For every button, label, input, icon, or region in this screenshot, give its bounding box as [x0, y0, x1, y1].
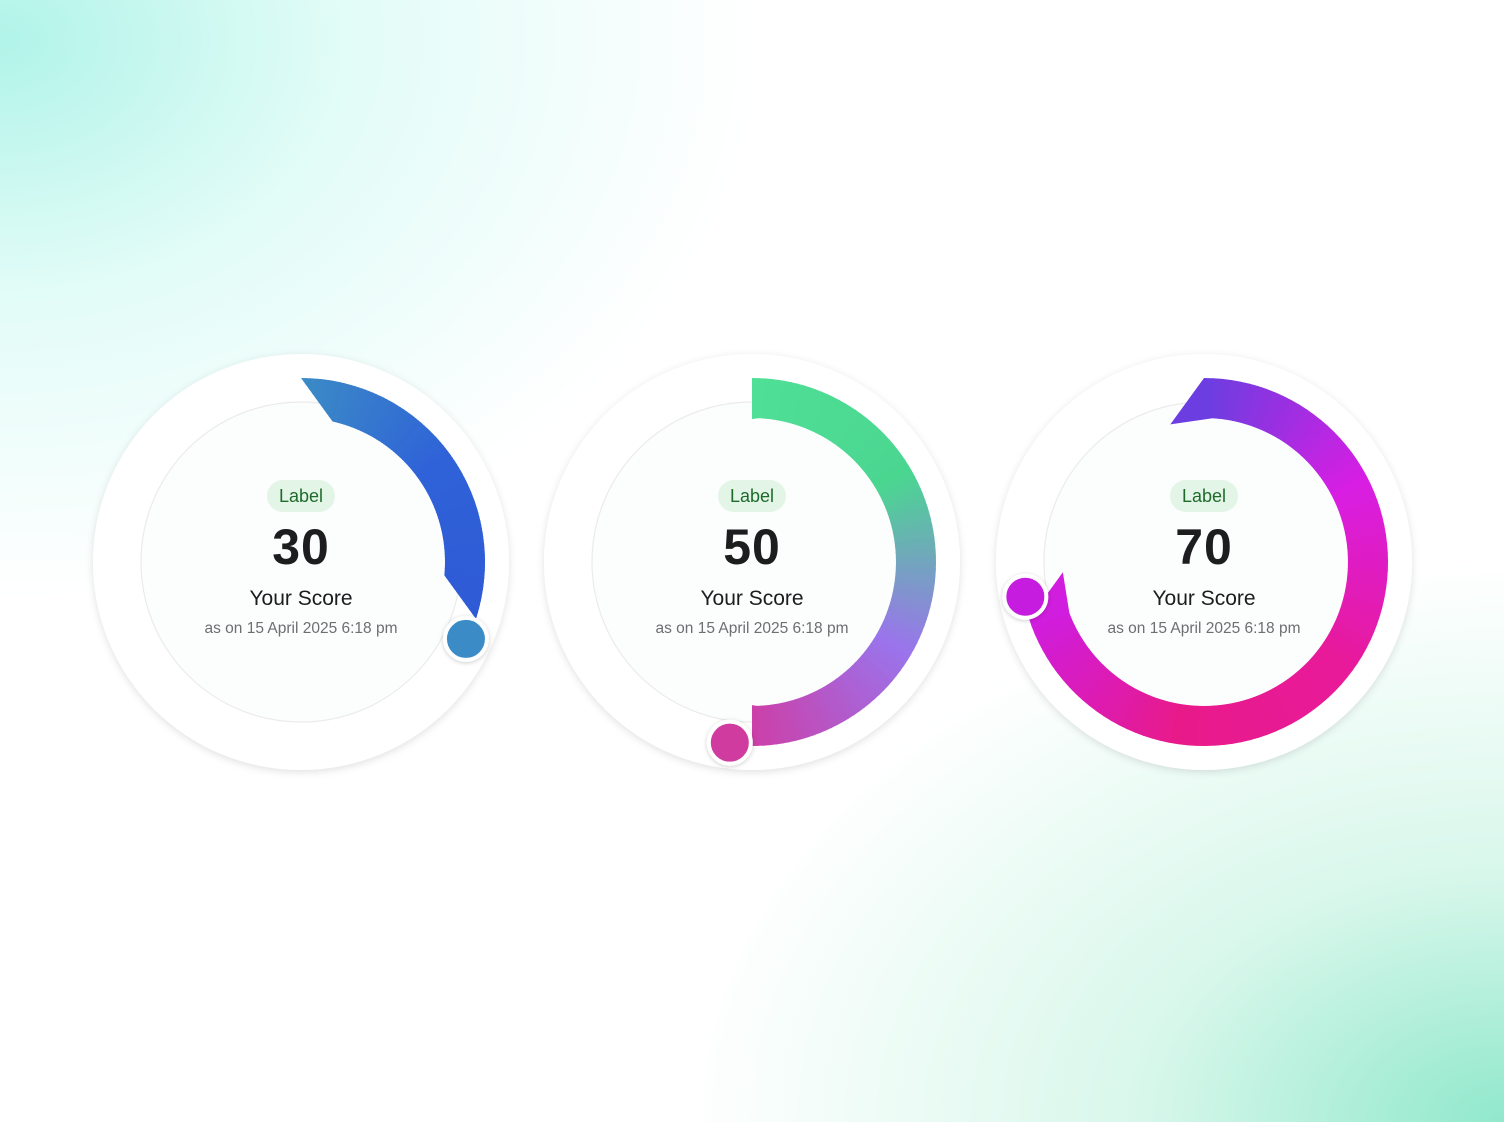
score-gauge-3: Label 70 Your Score as on 15 April 2025 …	[990, 348, 1418, 776]
score-caption: Your Score	[1152, 587, 1256, 610]
gauge-center-1: Label 30 Your Score as on 15 April 2025 …	[87, 348, 515, 776]
score-gauge-1: Label 30 Your Score as on 15 April 2025 …	[87, 348, 515, 776]
score-badge: Label	[717, 480, 787, 512]
gauge-center-2: Label 50 Your Score as on 15 April 2025 …	[538, 348, 966, 776]
score-caption: Your Score	[700, 587, 804, 610]
score-value: 30	[272, 519, 330, 575]
score-gauge-2: Label 50 Your Score as on 15 April 2025 …	[538, 348, 966, 776]
score-gauges: Label 30 Your Score as on 15 April 2025 …	[0, 0, 1504, 1122]
gauge-center-3: Label 70 Your Score as on 15 April 2025 …	[990, 348, 1418, 776]
score-timestamp: as on 15 April 2025 6:18 pm	[655, 620, 849, 637]
score-value: 50	[723, 519, 781, 575]
score-badge: Label	[266, 480, 336, 512]
score-timestamp: as on 15 April 2025 6:18 pm	[204, 620, 398, 637]
score-caption: Your Score	[249, 587, 353, 610]
score-value: 70	[1175, 519, 1233, 575]
score-badge: Label	[1169, 480, 1239, 512]
score-timestamp: as on 15 April 2025 6:18 pm	[1107, 620, 1301, 637]
